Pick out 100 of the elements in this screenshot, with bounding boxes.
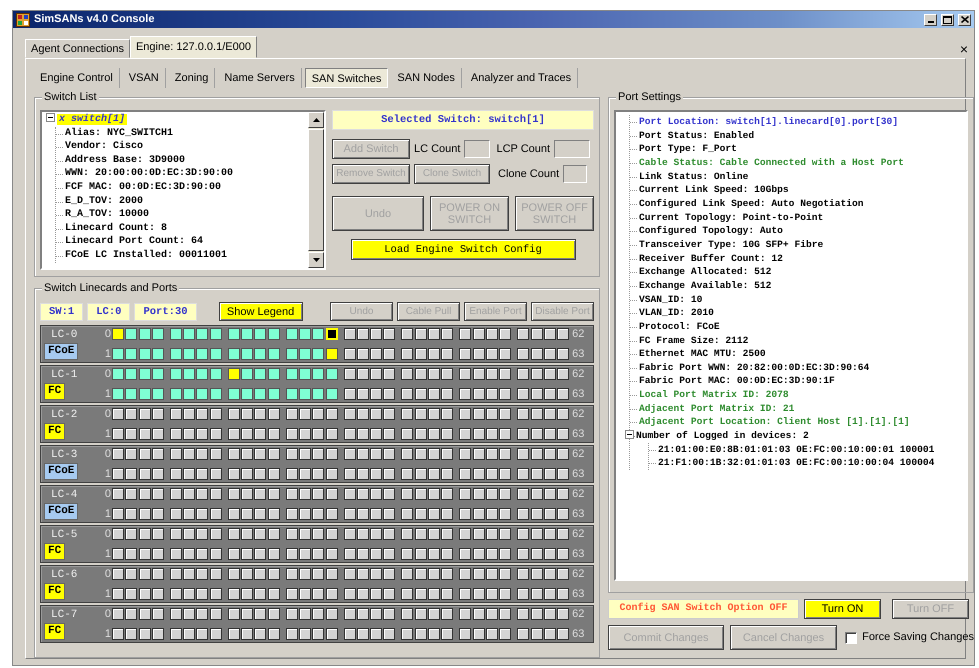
tree-item[interactable]: Cable Status: Cable Connected with a Host Port: [639, 156, 904, 168]
tree-item[interactable]: FCoE LC Installed: 00011001: [65, 250, 228, 261]
row-end-label: 63: [571, 466, 586, 482]
tree-item[interactable]: Fabric Port MAC: 00:0D:EC:3D:90:1F: [639, 375, 835, 386]
linecard-type-tag: FC: [44, 382, 66, 400]
tree-item[interactable]: Local Port Matrix ID: 2078: [639, 389, 789, 400]
linecard-type-tag: FC: [44, 422, 66, 440]
minimize-icon: [928, 20, 934, 22]
tree-item[interactable]: Port Status: Enabled: [639, 130, 754, 141]
close-button[interactable]: [958, 14, 971, 26]
tree-item[interactable]: Current Topology: Point-to-Point: [639, 212, 824, 223]
row-label: 1: [104, 466, 111, 482]
tree-item[interactable]: R_A_TOV: 10000: [65, 209, 150, 220]
scrollbar[interactable]: [308, 112, 324, 268]
force-saving-checkbox[interactable]: Force Saving Changes: [845, 629, 974, 646]
row-label: 1: [104, 506, 111, 522]
tree-item[interactable]: Transceiver Type: 10G SFP+ Fibre: [639, 238, 824, 250]
indicator: Port:30: [134, 302, 197, 320]
tree-item[interactable]: Linecard Count: 8: [65, 222, 168, 234]
tree-item[interactable]: Port Location: switch[1].linecard[0].port[30]: [639, 116, 898, 127]
row-end-label: 62: [571, 407, 586, 422]
tree-item[interactable]: Vendor: Cisco: [65, 141, 144, 152]
row-label: 0: [104, 567, 111, 582]
tab[interactable]: VSAN: [122, 68, 166, 88]
linecard-name: LC-6: [50, 568, 78, 580]
row-label: 0: [104, 527, 111, 542]
tree-item[interactable]: Ethernet MAC MTU: 2500: [639, 348, 766, 360]
show-legend-button[interactable]: Show Legend: [218, 302, 303, 321]
tree-item[interactable]: Adjacent Port Location: Client Host [1].[1].[1]: [639, 416, 910, 428]
row-label: 0: [104, 327, 111, 342]
tab[interactable]: Zoning: [168, 68, 216, 88]
row-label: 0: [104, 407, 111, 422]
tree-item[interactable]: FCF MAC: 00:0D:EC:3D:90:00: [65, 182, 222, 193]
maximize-button[interactable]: [941, 14, 954, 26]
tree-item[interactable]: E_D_TOV: 2000: [65, 196, 144, 207]
tree-item[interactable]: VSAN_ID: 10: [639, 294, 702, 305]
clone-count-field[interactable]: [563, 165, 588, 183]
close-icon: [960, 16, 968, 23]
tree-item[interactable]: Current Link Speed: 10Gbps: [639, 184, 789, 196]
field-label: LCP Count: [496, 142, 550, 157]
tree-item[interactable]: Configured Topology: Auto: [639, 225, 783, 236]
minimize-button[interactable]: [924, 14, 937, 26]
tree-item[interactable]: Fabric Port WWN: 20:82:00:0D:EC:3D:90:64: [639, 362, 870, 373]
row-label: 1: [104, 586, 111, 602]
tree-item[interactable]: Configured Link Speed: Auto Negotiation: [639, 198, 864, 209]
tree-item[interactable]: Receiver Buffer Count: 12: [639, 252, 783, 264]
row-end-label: 63: [571, 426, 586, 442]
scroll-down-icon: [312, 258, 320, 262]
tree-item[interactable]: WWN: 20:00:00:0D:EC:3D:90:00: [65, 168, 234, 180]
linecard-type-tag: FC: [44, 582, 66, 600]
linecard-name: LC-1: [50, 368, 78, 380]
tree-item[interactable]: Alias: NYC_SWITCH1: [65, 128, 174, 139]
row-label: 1: [104, 546, 111, 562]
tree-item[interactable]: Linecard Port Count: 64: [65, 236, 204, 248]
linecard-type-tag: FC: [44, 622, 66, 640]
collapse-icon[interactable]: [625, 430, 634, 440]
linecard-type-tag: FC: [44, 542, 66, 560]
tree-item[interactable]: Exchange Available: 512: [639, 280, 772, 291]
tree-item[interactable]: x switch[1]: [57, 114, 128, 125]
row-end-label: 62: [571, 327, 586, 342]
tree-item[interactable]: FC Frame Size: 2112: [639, 334, 748, 346]
collapse-icon[interactable]: [46, 113, 55, 122]
tab[interactable]: Name Servers: [218, 68, 302, 88]
tree-item[interactable]: VLAN_ID: 2010: [639, 307, 714, 318]
tab[interactable]: Engine Control: [34, 68, 120, 88]
window-title: SimSANs v4.0 Console: [34, 12, 154, 28]
lc-count-field[interactable]: [464, 140, 490, 158]
lcp-count-field[interactable]: [554, 140, 590, 158]
tree-item[interactable]: Number of Logged in devices: 2: [636, 430, 809, 442]
indicator: SW:1: [40, 302, 84, 320]
load-config-button[interactable]: Load Engine Switch Config: [350, 239, 576, 260]
turn-on-button[interactable]: Turn ON: [804, 599, 881, 619]
row-end-label: 63: [571, 386, 586, 402]
tree-item[interactable]: Exchange Allocated: 512: [639, 266, 772, 278]
row-end-label: 62: [571, 447, 586, 462]
group-title: Switch Linecards and Ports: [42, 282, 180, 294]
tab[interactable]: Analyzer and Traces: [464, 68, 578, 88]
tree-item[interactable]: 21:F1:00:1B:32:01:01:03 0E:FC:00:10:00:04 100004: [658, 457, 934, 468]
tab[interactable]: Engine: 127.0.0.1/E000: [130, 36, 257, 58]
close-tab-button[interactable]: ×: [960, 42, 968, 58]
tab[interactable]: SAN Switches: [304, 68, 388, 88]
tab[interactable]: Agent Connections: [25, 39, 130, 58]
row-label: 0: [104, 487, 111, 502]
group-title: Port Settings: [616, 91, 683, 103]
row-label: 0: [104, 367, 111, 382]
tab[interactable]: SAN Nodes: [391, 68, 462, 88]
linecard-name: LC-0: [50, 328, 78, 340]
tree-item[interactable]: Adjacent Port Matrix ID: 21: [639, 402, 794, 414]
linecard-name: LC-4: [50, 488, 78, 500]
row-end-label: 63: [571, 506, 586, 522]
tree-item[interactable]: 21:01:00:E0:8B:01:01:03 0E:FC:00:10:00:01 100001: [658, 444, 934, 455]
linecard-name: LC-5: [50, 528, 78, 540]
tree-item[interactable]: Protocol: FCoE: [639, 320, 720, 332]
row-end-label: 62: [571, 607, 586, 622]
tree-item[interactable]: Port Type: F_Port: [639, 143, 737, 154]
tree-item[interactable]: Link Status: Online: [639, 170, 748, 182]
maximize-icon: [943, 16, 952, 24]
linecard-type-tag: FCoE: [44, 502, 78, 520]
row-end-label: 63: [571, 546, 586, 562]
tree-item[interactable]: Address Base: 3D9000: [65, 154, 186, 166]
